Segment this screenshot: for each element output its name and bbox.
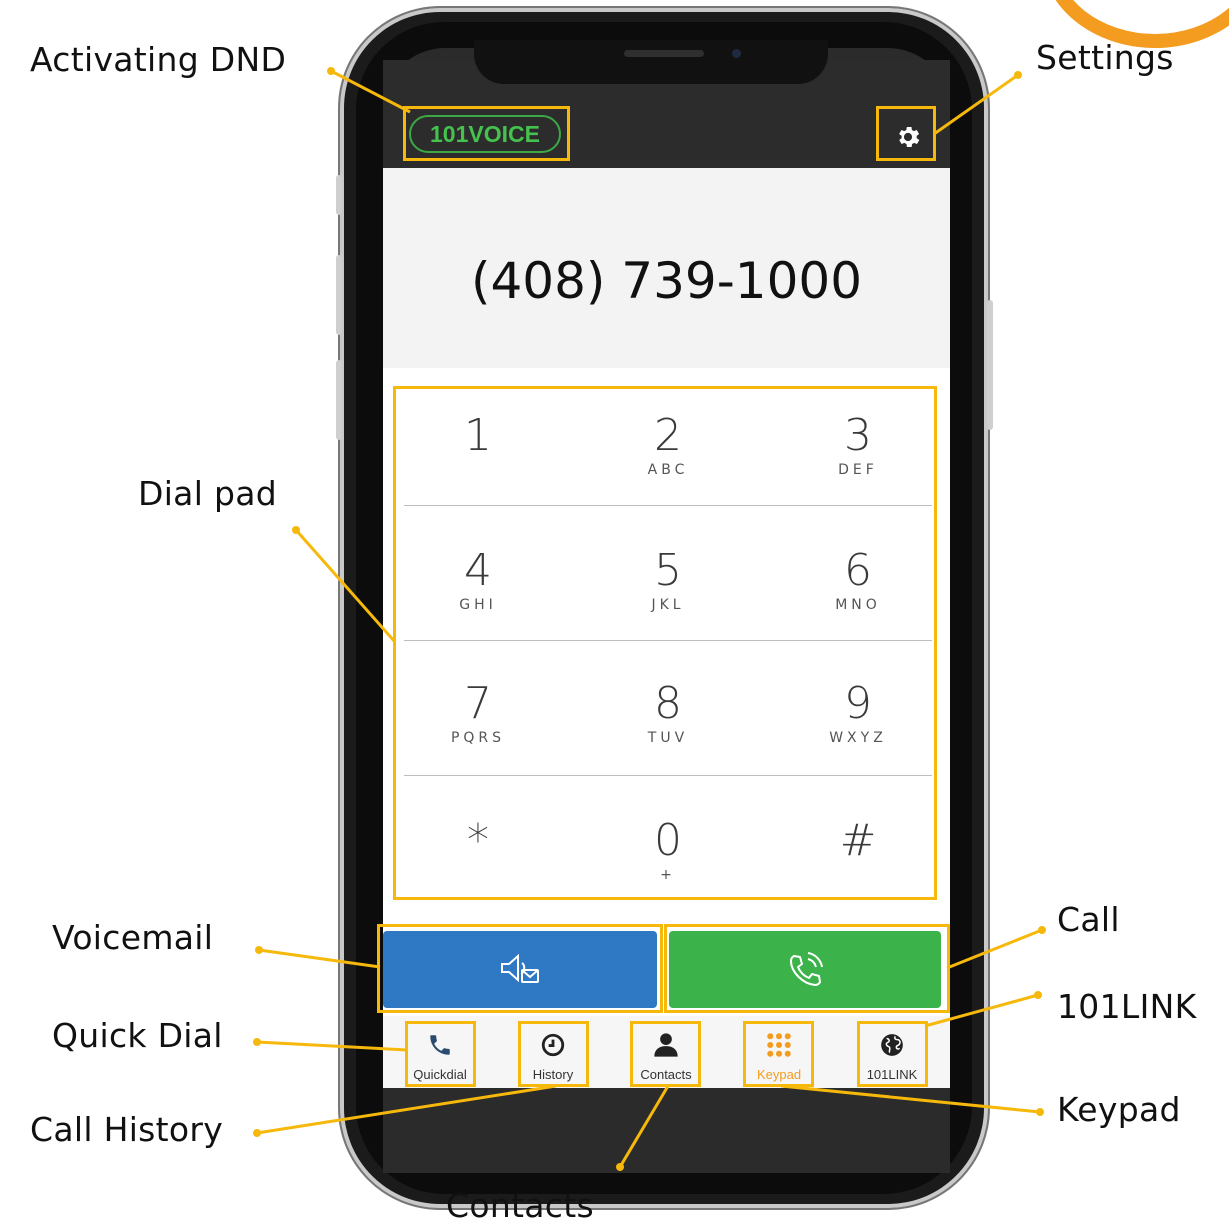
highlight-settings [876, 106, 936, 161]
volume-down-button [336, 360, 342, 440]
callout-keypad: Keypad [1057, 1090, 1181, 1129]
callout-call: Call [1057, 900, 1120, 939]
highlight-history-tab [518, 1021, 589, 1087]
highlight-quickdial-tab [405, 1021, 476, 1087]
highlight-brand [403, 106, 570, 161]
highlight-keypad-tab [743, 1021, 814, 1087]
power-button [987, 300, 993, 430]
highlight-dial-pad [393, 386, 937, 900]
callout-activating-dnd: Activating DND [30, 40, 287, 79]
callout-settings: Settings [1036, 38, 1174, 77]
front-camera [732, 49, 741, 58]
volume-up-button [336, 255, 342, 335]
bottom-bezel [383, 1088, 950, 1173]
mute-switch [336, 175, 342, 215]
callout-101link: 101LINK [1057, 987, 1197, 1026]
callout-call-history: Call History [30, 1110, 224, 1149]
callout-voicemail: Voicemail [52, 918, 214, 957]
highlight-call [664, 924, 950, 1013]
highlight-contacts-tab [630, 1021, 701, 1087]
highlight-101link-tab [857, 1021, 928, 1087]
callout-dial-pad: Dial pad [138, 474, 277, 513]
callout-quick-dial: Quick Dial [52, 1016, 223, 1055]
highlight-voicemail [377, 924, 663, 1013]
speaker-grille [624, 50, 704, 57]
notch [474, 40, 828, 84]
callout-contacts: Contacts [446, 1186, 594, 1225]
dialed-number: (408) 739-1000 [470, 252, 863, 310]
